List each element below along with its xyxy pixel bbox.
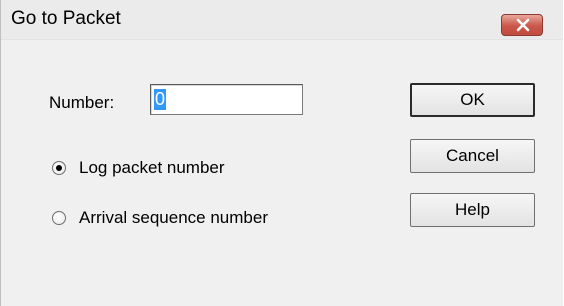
dialog-body: Number: 0 Log packet number Arrival sequ… xyxy=(1,40,563,306)
radio-log-packet-number-label[interactable]: Log packet number xyxy=(79,158,225,178)
go-to-packet-dialog: Go to Packet Number: 0 Log packet number… xyxy=(0,0,563,306)
cancel-button[interactable]: Cancel xyxy=(410,139,535,173)
help-button[interactable]: Help xyxy=(410,193,535,227)
radio-log-packet-number[interactable] xyxy=(52,161,66,175)
number-label: Number: xyxy=(49,93,115,112)
radio-arrival-sequence-number[interactable] xyxy=(52,211,66,225)
close-icon xyxy=(516,18,530,32)
ok-button[interactable]: OK xyxy=(410,83,535,117)
window-title: Go to Packet xyxy=(11,8,121,29)
number-input-value: 0 xyxy=(154,89,167,110)
number-input[interactable]: 0 xyxy=(150,84,303,115)
title-bar[interactable]: Go to Packet xyxy=(1,0,563,40)
close-button[interactable] xyxy=(501,14,543,36)
radio-arrival-sequence-number-label[interactable]: Arrival sequence number xyxy=(79,208,268,228)
